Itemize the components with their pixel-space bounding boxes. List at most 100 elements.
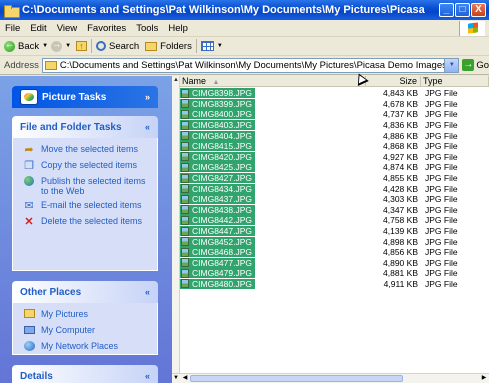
menu-help[interactable]: Help — [163, 23, 193, 34]
file-size: 4,428 KB — [383, 183, 418, 194]
file-row[interactable]: CIMG8442.JPG 4,758 KB JPG File — [180, 215, 489, 226]
task-delete[interactable]: ✕ Delete the selected items — [23, 216, 151, 228]
file-name: CIMG8468.JPG — [192, 247, 252, 258]
file-type: JPG File — [425, 257, 458, 268]
task-publish[interactable]: Publish the selected items to the Web — [23, 176, 151, 196]
file-row[interactable]: CIMG8398.JPG 4,843 KB JPG File — [180, 88, 489, 99]
file-row[interactable]: CIMG8427.JPG 4,855 KB JPG File — [180, 173, 489, 184]
chevron-down-icon[interactable]: ▼ — [42, 43, 48, 49]
file-row[interactable]: CIMG8400.JPG 4,737 KB JPG File — [180, 109, 489, 120]
file-row[interactable]: CIMG8434.JPG 4,428 KB JPG File — [180, 183, 489, 194]
task-move[interactable]: ➦ Move the selected items — [23, 144, 151, 156]
file-row[interactable]: CIMG8403.JPG 4,836 KB JPG File — [180, 120, 489, 131]
file-name-highlight: CIMG8437.JPG — [180, 194, 255, 205]
back-button[interactable]: Back ▼ — [4, 39, 51, 52]
column-header-type[interactable]: Type — [421, 76, 489, 86]
file-folder-tasks-header[interactable]: File and Folder Tasks « — [12, 116, 158, 138]
jpg-file-icon — [181, 152, 189, 162]
file-type: JPG File — [425, 173, 458, 184]
task-email[interactable]: ✉ E-mail the selected items — [23, 200, 151, 212]
picture-tasks-header[interactable]: Picture Tasks » — [12, 86, 158, 108]
menu-view[interactable]: View — [52, 23, 82, 34]
file-row[interactable]: CIMG8404.JPG 4,886 KB JPG File — [180, 130, 489, 141]
search-button[interactable]: Search — [96, 41, 139, 52]
file-name: CIMG8415.JPG — [192, 141, 252, 152]
address-dropdown-button[interactable]: ▼ — [444, 58, 459, 72]
scroll-thumb[interactable] — [190, 375, 403, 382]
file-name-highlight: CIMG8480.JPG — [180, 278, 255, 289]
maximize-button[interactable]: □ — [455, 3, 470, 17]
file-name-highlight: CIMG8415.JPG — [180, 141, 255, 152]
task-copy[interactable]: ❐ Copy the selected items — [23, 160, 151, 172]
file-type: JPG File — [425, 204, 458, 215]
scroll-left-icon[interactable]: ◀ — [180, 374, 190, 383]
file-row[interactable]: CIMG8452.JPG 4,898 KB JPG File — [180, 236, 489, 247]
file-row[interactable]: CIMG8399.JPG 4,678 KB JPG File — [180, 98, 489, 110]
file-row[interactable]: CIMG8468.JPG 4,856 KB JPG File — [180, 247, 489, 258]
sort-ascending-icon: ▲ — [212, 79, 220, 86]
file-row[interactable]: CIMG8477.JPG 4,890 KB JPG File — [180, 257, 489, 269]
menu-bar: File Edit View Favorites Tools Help — [0, 20, 489, 37]
file-name-cell: CIMG8434.JPG — [180, 183, 366, 194]
file-name-cell: CIMG8427.JPG — [180, 173, 366, 184]
menu-file[interactable]: File — [0, 23, 25, 34]
address-input[interactable]: C:\Documents and Settings\Pat Wilkinson\… — [41, 57, 460, 73]
collapse-chevron-icon[interactable]: « — [145, 122, 150, 132]
file-row[interactable]: CIMG8415.JPG 4,868 KB JPG File — [180, 141, 489, 152]
file-row[interactable]: CIMG8420.JPG 4,927 KB JPG File — [180, 151, 489, 163]
views-button[interactable]: ▼ — [200, 41, 226, 51]
details-header[interactable]: Details « — [12, 365, 158, 383]
collapse-chevron-icon[interactable]: « — [145, 287, 150, 297]
column-header-name[interactable]: Name ▲ — [180, 76, 366, 86]
chevron-down-icon[interactable]: ▼ — [65, 43, 71, 49]
file-row[interactable]: CIMG8479.JPG 4,881 KB JPG File — [180, 268, 489, 279]
window-title: C:\Documents and Settings\Pat Wilkinson\… — [22, 4, 427, 16]
file-row[interactable]: CIMG8438.JPG 4,347 KB JPG File — [180, 204, 489, 216]
jpg-file-icon — [181, 109, 189, 119]
jpg-file-icon — [181, 258, 189, 268]
column-header-size[interactable]: Size — [366, 76, 421, 86]
scroll-up-icon[interactable]: ▲ — [172, 76, 180, 84]
up-folder-button[interactable]: ↑ — [76, 41, 88, 51]
task-move-label: Move the selected items — [41, 144, 139, 154]
scroll-right-icon[interactable]: ▶ — [479, 374, 489, 383]
file-row[interactable]: CIMG8425.JPG 4,874 KB JPG File — [180, 162, 489, 173]
menu-tools[interactable]: Tools — [131, 23, 163, 34]
file-name: CIMG8452.JPG — [192, 236, 252, 247]
jpg-file-icon — [181, 184, 189, 194]
minimize-button[interactable]: _ — [439, 3, 454, 17]
scroll-down-icon[interactable]: ▼ — [172, 374, 180, 383]
go-button[interactable]: → Go — [462, 59, 489, 71]
menu-edit[interactable]: Edit — [25, 23, 51, 34]
task-pane: Picture Tasks » File and Folder Tasks « … — [0, 76, 172, 383]
email-icon: ✉ — [24, 200, 34, 212]
place-my-computer[interactable]: My Computer — [23, 325, 151, 337]
jpg-file-icon — [181, 279, 189, 289]
forward-button[interactable]: ▼ — [51, 39, 74, 52]
file-row[interactable]: CIMG8480.JPG 4,911 KB JPG File — [180, 278, 489, 290]
task-delete-label: Delete the selected items — [41, 216, 143, 226]
file-row[interactable]: CIMG8437.JPG 4,303 KB JPG File — [180, 194, 489, 205]
file-list-pane: ▲ Name ▲ Size Type CIMG8398.JPG 4,843 KB J… — [172, 76, 489, 383]
place-network[interactable]: My Network Places — [23, 341, 151, 353]
go-label: Go — [476, 59, 489, 71]
menu-favorites[interactable]: Favorites — [82, 23, 131, 34]
place-my-pictures[interactable]: My Pictures — [23, 309, 151, 321]
horizontal-scrollbar[interactable]: ▼ ◀ ▶ — [172, 373, 489, 383]
file-type: JPG File — [425, 194, 458, 205]
jpg-file-icon — [181, 88, 189, 98]
other-places-header[interactable]: Other Places « — [12, 281, 158, 303]
file-name-highlight: CIMG8398.JPG — [180, 88, 255, 99]
expand-chevron-icon[interactable]: » — [145, 92, 150, 102]
file-type: JPG File — [425, 247, 458, 258]
vertical-scrollbar[interactable]: ▲ — [172, 76, 180, 373]
collapse-chevron-icon[interactable]: « — [145, 371, 150, 381]
file-type: JPG File — [425, 215, 458, 226]
file-name: CIMG8442.JPG — [192, 215, 252, 226]
other-places-panel: Other Places « My Pictures My Computer M… — [12, 281, 158, 355]
folders-button[interactable]: Folders — [145, 41, 192, 52]
file-row[interactable]: CIMG8447.JPG 4,139 KB JPG File — [180, 226, 489, 237]
column-name-label: Name — [182, 76, 207, 86]
close-button[interactable]: X — [471, 3, 486, 17]
title-bar[interactable]: C:\Documents and Settings\Pat Wilkinson\… — [0, 0, 489, 20]
